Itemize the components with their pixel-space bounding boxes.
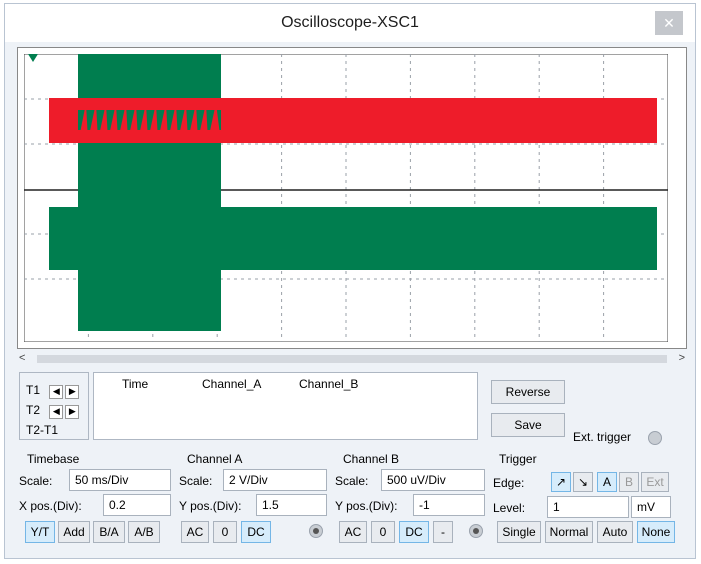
trigger-level-field[interactable]: 1 bbox=[547, 496, 629, 518]
col-channel-b: Channel_B bbox=[299, 377, 359, 391]
cursor-controls: T1 ◀ ▶ T2 ◀ ▶ T2-T1 bbox=[19, 372, 89, 440]
t2-label: T2 bbox=[26, 403, 41, 417]
measurement-readout: Time Channel_A Channel_B bbox=[93, 372, 478, 440]
scroll-right-icon[interactable]: > bbox=[679, 352, 685, 364]
edge-rising-icon[interactable]: ↗ bbox=[551, 472, 571, 492]
trigger-auto-button[interactable]: Auto bbox=[597, 521, 633, 543]
timebase-xpos-field[interactable]: 0.2 bbox=[103, 494, 171, 516]
channel-a-burst-gap bbox=[78, 110, 221, 130]
scroll-left-icon[interactable]: < bbox=[19, 352, 25, 364]
col-channel-a: Channel_A bbox=[202, 377, 262, 391]
horizontal-scrollbar[interactable]: < > bbox=[17, 352, 687, 366]
trigger-edge-label: Edge: bbox=[493, 476, 525, 490]
col-time: Time bbox=[122, 377, 149, 391]
oscilloscope-window: Oscilloscope-XSC1 ✕ < > T1 ◀ ▶ T2 ◀ ▶ T2… bbox=[4, 3, 696, 559]
close-button[interactable]: ✕ bbox=[655, 11, 683, 35]
scroll-track[interactable] bbox=[37, 355, 667, 363]
trigger-level-unit[interactable]: mV bbox=[631, 496, 671, 518]
channel-b-dc-button[interactable]: DC bbox=[399, 521, 429, 543]
window-title: Oscilloscope-XSC1 bbox=[281, 14, 419, 31]
trigger-level-label: Level: bbox=[493, 501, 526, 515]
trigger-source-a-button[interactable]: A bbox=[597, 472, 617, 492]
trigger-single-button[interactable]: Single bbox=[497, 521, 541, 543]
channel-a-scale-field[interactable]: 2 V/Div bbox=[223, 469, 327, 491]
mode-ba-button[interactable]: B/A bbox=[93, 521, 125, 543]
trigger-none-button[interactable]: None bbox=[637, 521, 675, 543]
scope-screen bbox=[24, 54, 668, 342]
t2-right-arrow-icon[interactable]: ▶ bbox=[65, 405, 80, 419]
trigger-source-ext-button[interactable]: Ext bbox=[641, 472, 669, 492]
trigger-title: Trigger bbox=[499, 452, 537, 466]
channel-a-radio[interactable] bbox=[309, 524, 323, 538]
t1-left-arrow-icon[interactable]: ◀ bbox=[49, 385, 64, 399]
channel-a-ac-button[interactable]: AC bbox=[181, 521, 209, 543]
channel-b-burst bbox=[78, 54, 221, 331]
trigger-source-b-button[interactable]: B bbox=[619, 472, 639, 492]
channel-b-ypos-field[interactable]: -1 bbox=[413, 494, 485, 516]
channel-b-minus-button[interactable]: - bbox=[433, 521, 453, 543]
t2-left-arrow-icon[interactable]: ◀ bbox=[49, 405, 64, 419]
t2-t1-label: T2-T1 bbox=[26, 423, 59, 437]
channel-a-ypos-label: Y pos.(Div): bbox=[179, 499, 242, 513]
timebase-title: Timebase bbox=[27, 452, 80, 466]
timebase-xpos-label: X pos.(Div): bbox=[19, 499, 82, 513]
channel-a-title: Channel A bbox=[187, 452, 243, 466]
timebase-scale-label: Scale: bbox=[19, 474, 53, 488]
t1-right-arrow-icon[interactable]: ▶ bbox=[65, 385, 80, 399]
channel-a-dc-button[interactable]: DC bbox=[241, 521, 271, 543]
scope-display bbox=[17, 47, 687, 349]
channel-b-radio[interactable] bbox=[469, 524, 483, 538]
channel-b-trace bbox=[49, 207, 657, 270]
ext-trigger-label: Ext. trigger bbox=[573, 430, 632, 444]
title-bar: Oscilloscope-XSC1 ✕ bbox=[5, 4, 695, 42]
channel-b-ypos-label: Y pos.(Div): bbox=[335, 499, 398, 513]
channel-a-scale-label: Scale: bbox=[179, 474, 213, 488]
save-button[interactable]: Save bbox=[491, 413, 565, 437]
edge-falling-icon[interactable]: ↘ bbox=[573, 472, 593, 492]
channel-a-zero-button[interactable]: 0 bbox=[213, 521, 237, 543]
channel-b-zero-button[interactable]: 0 bbox=[371, 521, 395, 543]
timebase-scale-field[interactable]: 50 ms/Div bbox=[69, 469, 171, 491]
channel-b-ac-button[interactable]: AC bbox=[339, 521, 367, 543]
channel-b-title: Channel B bbox=[343, 452, 400, 466]
channel-b-scale-field[interactable]: 500 uV/Div bbox=[381, 469, 485, 491]
t1-label: T1 bbox=[26, 383, 41, 397]
mode-ab-button[interactable]: A/B bbox=[128, 521, 160, 543]
reverse-button[interactable]: Reverse bbox=[491, 380, 565, 404]
channel-b-scale-label: Scale: bbox=[335, 474, 369, 488]
ext-trigger-radio[interactable] bbox=[648, 431, 662, 445]
mode-add-button[interactable]: Add bbox=[58, 521, 90, 543]
mode-yt-button[interactable]: Y/T bbox=[25, 521, 55, 543]
trigger-normal-button[interactable]: Normal bbox=[545, 521, 593, 543]
channel-a-ypos-field[interactable]: 1.5 bbox=[256, 494, 327, 516]
